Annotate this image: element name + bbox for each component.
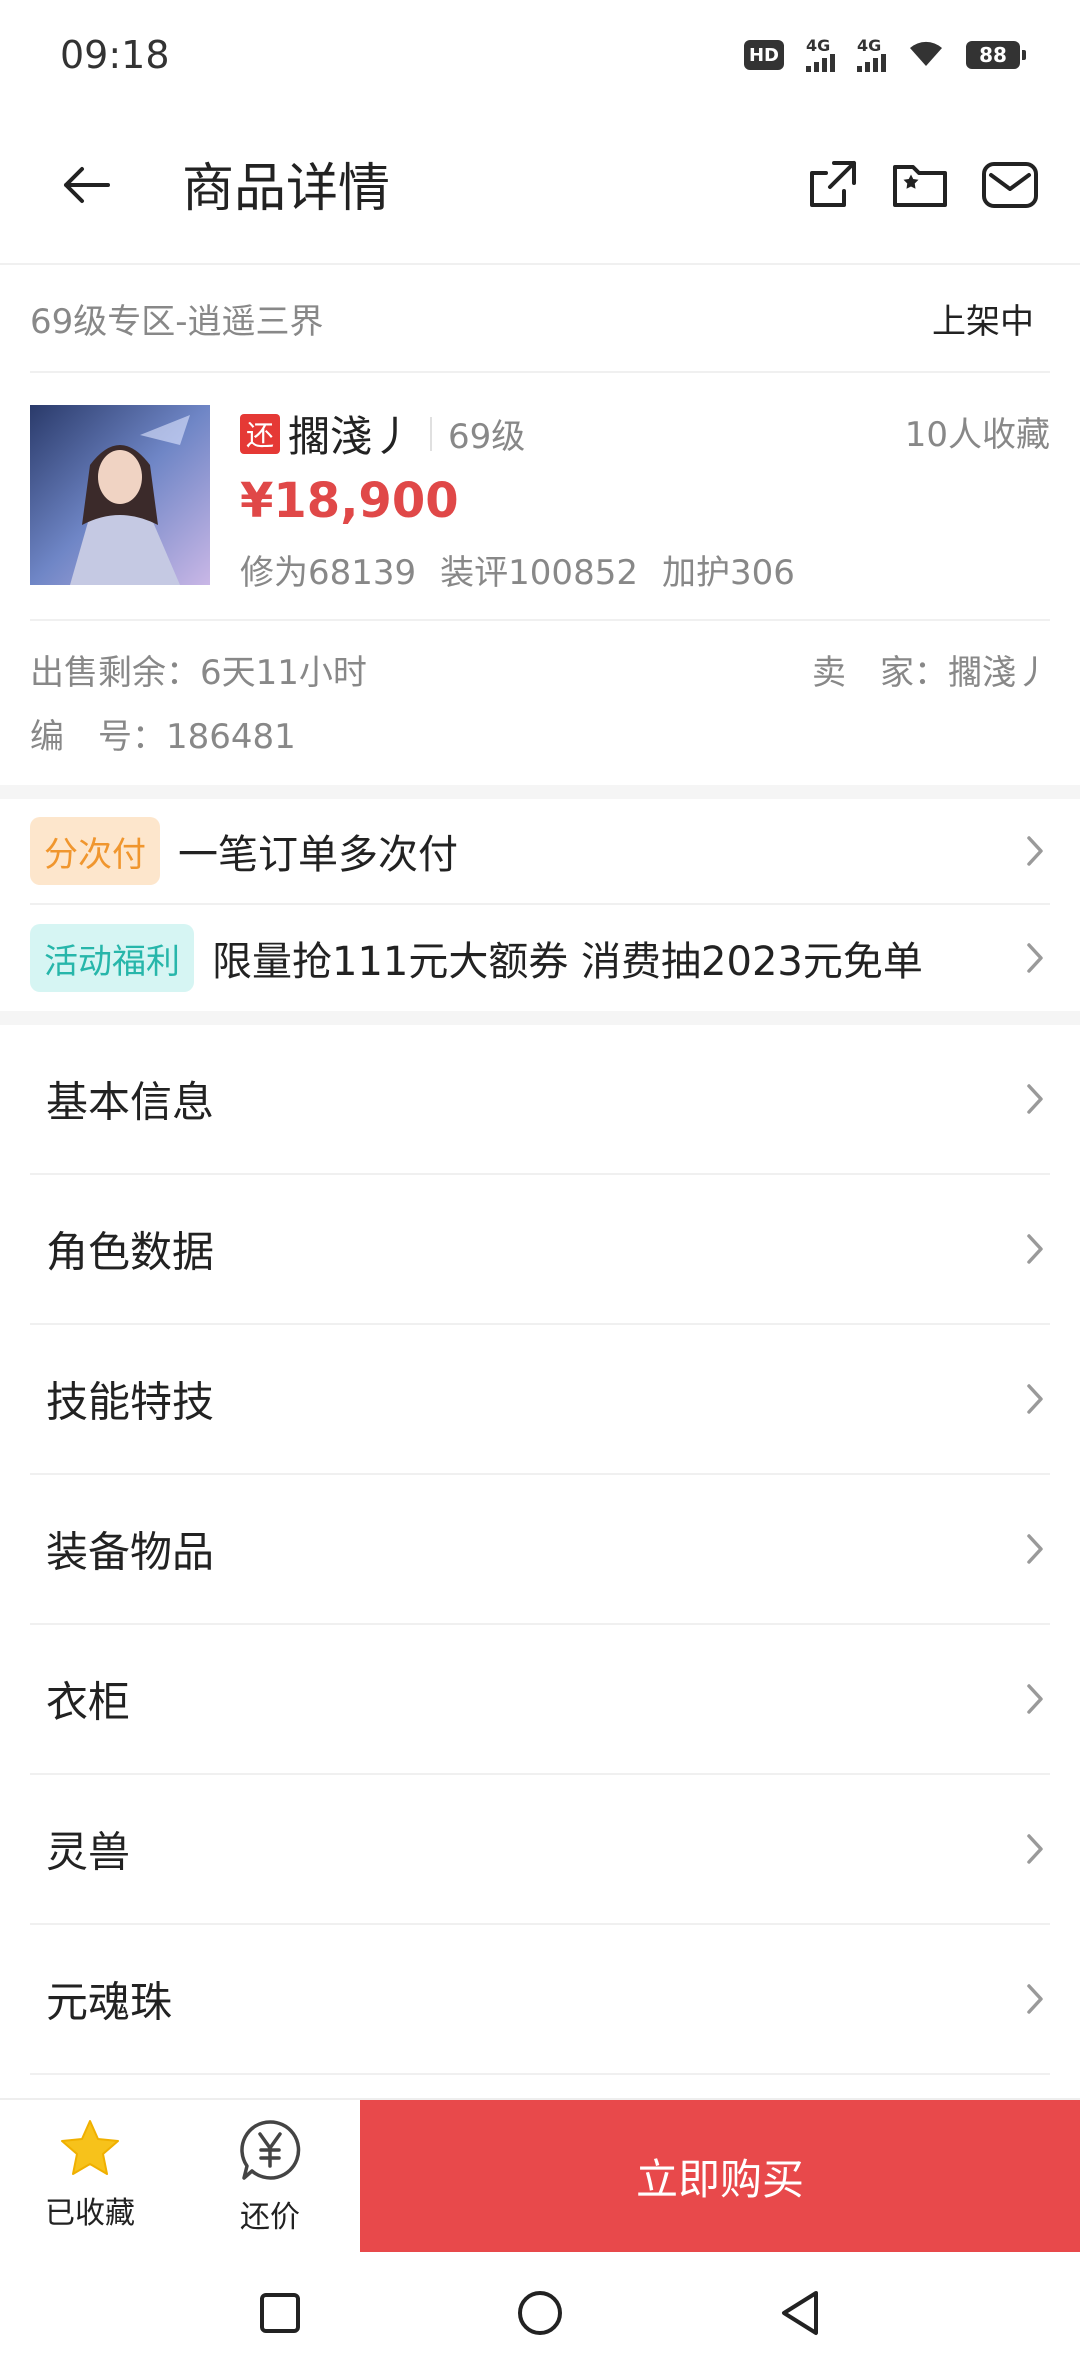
promo-text: 一笔订单多次付 xyxy=(178,832,458,878)
back-arrow-icon xyxy=(64,167,110,203)
menu-label: 基本信息 xyxy=(46,1077,215,1127)
stat-protection: 加护306 xyxy=(661,553,795,593)
menu-label: 技能特技 xyxy=(46,1377,215,1427)
menu-label: 角色数据 xyxy=(46,1227,215,1277)
favorite-label: 已收藏 xyxy=(45,2196,135,2231)
menu-skills[interactable]: 技能特技 xyxy=(30,1325,1050,1475)
status-bar: 09:18 HD 4G 4G 88 xyxy=(0,0,1080,110)
bargain-label: 还价 xyxy=(240,2200,300,2235)
bargain-tag: 还 xyxy=(240,413,280,454)
character-thumbnail[interactable] xyxy=(30,405,210,585)
menu-label: 元魂珠 xyxy=(46,1977,173,2027)
section-divider xyxy=(0,1011,1080,1025)
page-title: 商品详情 xyxy=(182,159,391,219)
triangle-back-icon xyxy=(782,2291,818,2335)
system-back-button[interactable] xyxy=(770,2283,830,2343)
character-level: 69级 xyxy=(448,417,526,457)
menu-basic-info[interactable]: 基本信息 xyxy=(30,1025,1050,1175)
chevron-right-icon xyxy=(1020,831,1050,871)
menu-spirit-beast[interactable]: 灵兽 xyxy=(30,1775,1050,1925)
back-button[interactable] xyxy=(50,150,120,220)
menu-label: 装备物品 xyxy=(46,1527,215,1577)
bargain-button[interactable]: 还价 xyxy=(190,2118,350,2236)
chevron-right-icon xyxy=(1020,1979,1050,2019)
share-button[interactable] xyxy=(797,150,867,220)
promo-text: 限量抢111元大额券 消费抽2023元免单 xyxy=(212,939,923,985)
stat-equipment-score: 装评100852 xyxy=(440,553,638,593)
promo-event[interactable]: 活动福利 限量抢111元大额券 消费抽2023元免单 xyxy=(30,905,1050,1011)
listing-meta: 出售剩余：6天11小时 卖 家：擱淺丿 编 号：186481 xyxy=(30,621,1050,785)
signal-icon: 4G xyxy=(806,38,835,72)
promo-tag: 活动福利 xyxy=(30,924,194,992)
chevron-right-icon xyxy=(1020,1679,1050,1719)
share-icon xyxy=(810,161,856,207)
breadcrumb: 69级专区-逍遥三界 xyxy=(30,301,324,342)
menu-wardrobe[interactable]: 衣柜 xyxy=(30,1625,1050,1775)
square-icon xyxy=(260,2293,300,2333)
bargain-chat-icon xyxy=(240,2120,301,2180)
serial-number: 编 号：186481 xyxy=(30,717,296,757)
stat-cultivation: 修为68139 xyxy=(240,553,417,593)
price: ¥18,900 xyxy=(240,473,459,529)
hd-icon: HD xyxy=(744,40,784,70)
section-divider xyxy=(0,785,1080,799)
chevron-right-icon xyxy=(1020,1379,1050,1419)
status-icons: HD 4G 4G 88 xyxy=(744,38,1026,72)
app-header: 商品详情 xyxy=(0,110,1080,265)
listing-status: 上架中 xyxy=(932,301,1034,342)
bottom-action-bar: 已收藏 还价 立即购买 xyxy=(0,2098,1080,2252)
signal-label: 4G xyxy=(857,36,882,55)
menu-label: 衣柜 xyxy=(46,1677,131,1727)
message-button[interactable] xyxy=(975,150,1045,220)
menu-soul-orb[interactable]: 元魂珠 xyxy=(30,1925,1050,2075)
circle-icon xyxy=(518,2291,562,2335)
favorite-button[interactable]: 已收藏 xyxy=(10,2118,170,2232)
zone-row: 69级专区-逍遥三界 上架中 xyxy=(30,265,1050,373)
star-icon xyxy=(61,2120,119,2175)
menu-equipment[interactable]: 装备物品 xyxy=(30,1475,1050,1625)
collection-folder-button[interactable] xyxy=(885,150,955,220)
favorite-count: 10人收藏 xyxy=(904,415,1050,455)
menu-character-data[interactable]: 角色数据 xyxy=(30,1175,1050,1325)
recent-apps-button[interactable] xyxy=(250,2283,310,2343)
chevron-right-icon xyxy=(1020,1079,1050,1119)
status-time: 09:18 xyxy=(60,33,170,77)
character-name: 擱淺丿 xyxy=(288,412,415,461)
divider xyxy=(430,416,433,451)
message-icon xyxy=(982,162,1038,208)
signal-icon: 4G xyxy=(857,38,886,72)
menu-label: 灵兽 xyxy=(46,1827,131,1877)
chevron-right-icon xyxy=(1020,1229,1050,1269)
product-summary: 还 擱淺丿 69级 10人收藏 ¥18,900 修为68139 装评100852… xyxy=(30,373,1050,621)
buy-now-button[interactable]: 立即购买 xyxy=(360,2100,1080,2252)
promo-installment[interactable]: 分次付 一笔订单多次付 xyxy=(30,799,1050,905)
system-nav-bar xyxy=(0,2250,1080,2376)
character-stats: 修为68139 装评100852 加护306 xyxy=(240,545,795,594)
promo-tag: 分次付 xyxy=(30,817,160,885)
battery-icon: 88 xyxy=(966,41,1026,69)
signal-label: 4G xyxy=(806,36,831,55)
product-title-line: 还 擱淺丿 69级 xyxy=(240,403,525,464)
time-left: 出售剩余：6天11小时 xyxy=(30,653,367,693)
seller: 卖 家：擱淺丿 xyxy=(812,653,1050,693)
chevron-right-icon xyxy=(1020,1529,1050,1569)
chevron-right-icon xyxy=(1020,1829,1050,1869)
chevron-right-icon xyxy=(1020,938,1050,978)
home-button[interactable] xyxy=(510,2283,570,2343)
favorite-folder-icon xyxy=(893,165,947,207)
wifi-icon xyxy=(908,38,944,72)
